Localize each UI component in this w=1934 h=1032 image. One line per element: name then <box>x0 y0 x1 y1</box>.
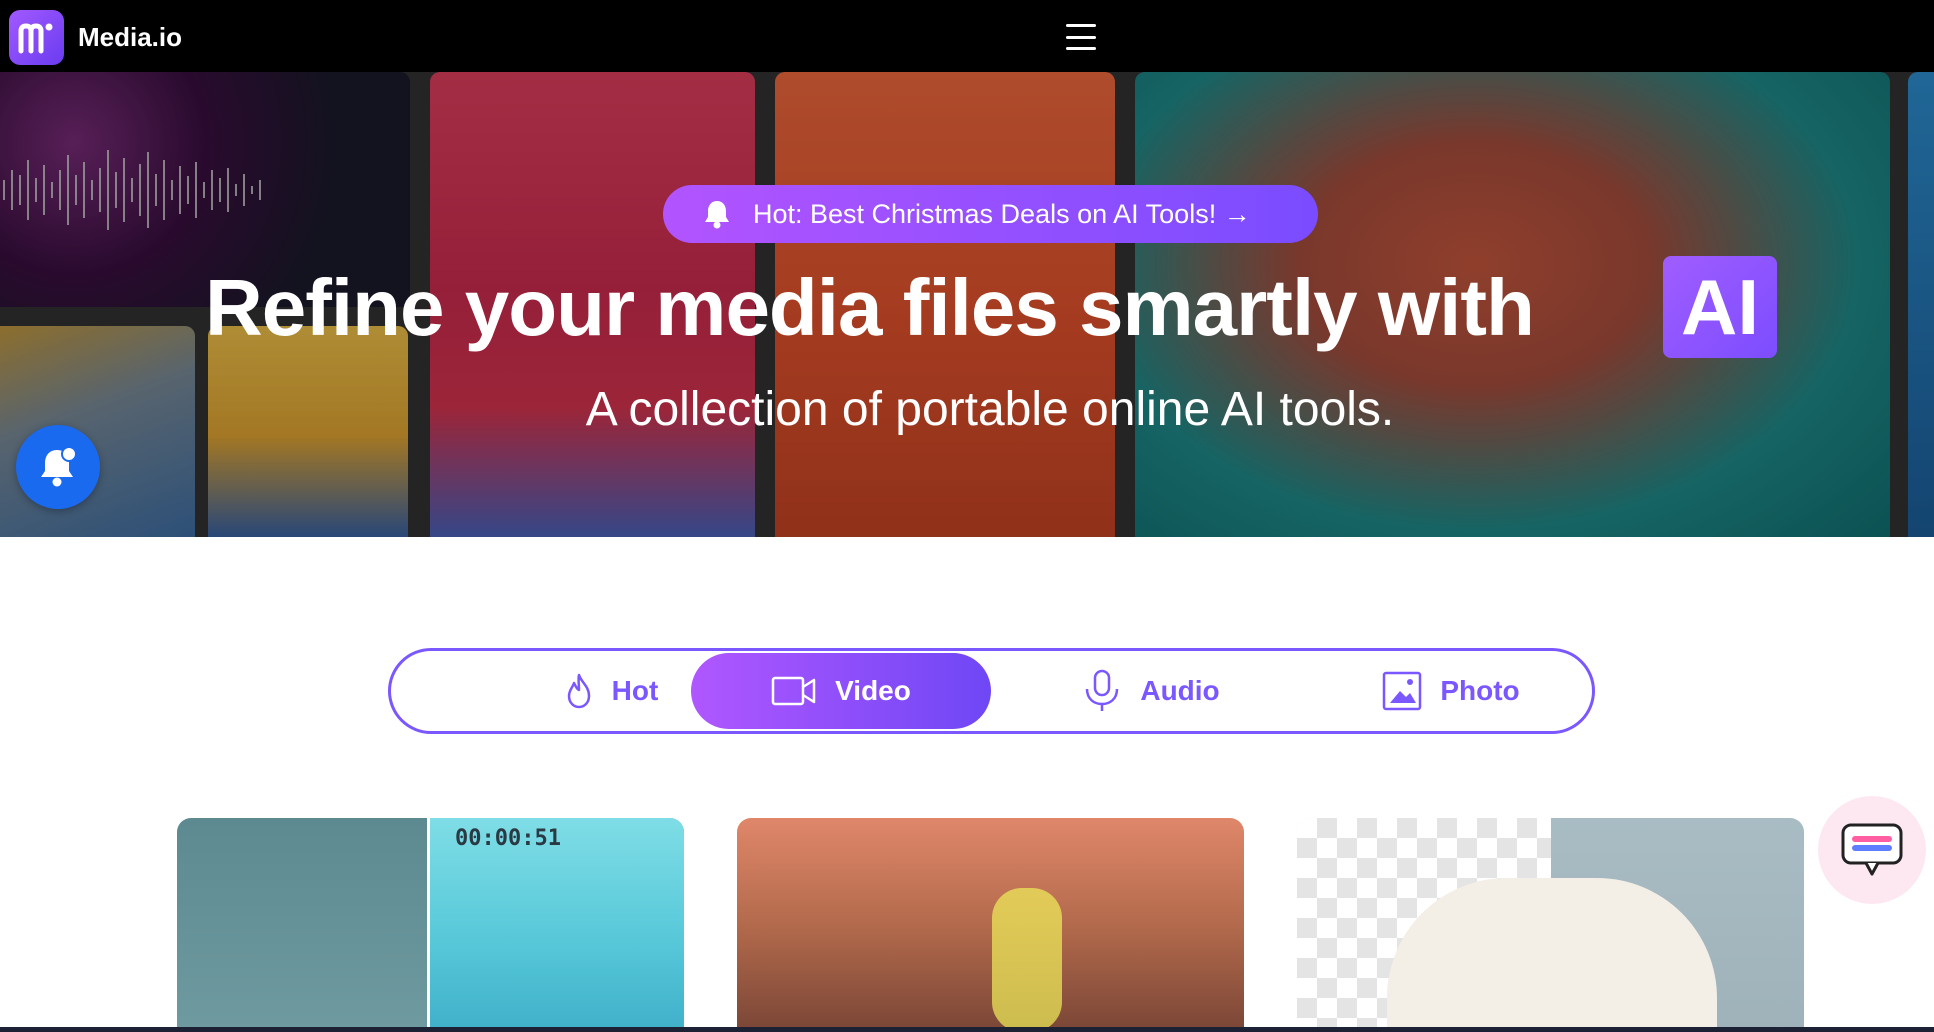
category-tabs: Hot Video Audio Photo <box>388 648 1595 734</box>
video-timecode: 00:00:51 <box>455 826 561 851</box>
tab-audio[interactable]: Audio <box>1011 651 1291 731</box>
chat-bubble-icon <box>1841 823 1903 876</box>
tool-card-video[interactable]: 00:00:51 <box>177 818 684 1032</box>
person-figure <box>1387 878 1717 1032</box>
notification-bell-button[interactable] <box>16 425 100 509</box>
bell-icon <box>705 201 729 229</box>
chat-support-button[interactable] <box>1818 796 1926 904</box>
promo-text: Hot: Best Christmas Deals on AI Tools! → <box>753 198 1251 229</box>
tab-video[interactable]: Video <box>691 653 991 729</box>
media-io-logo-icon[interactable] <box>9 10 64 65</box>
microphone-icon <box>1086 669 1119 711</box>
object-highlight <box>992 888 1062 1032</box>
bell-notification-icon <box>41 446 77 487</box>
hero-banner: Hot: Best Christmas Deals on AI Tools! →… <box>0 72 1934 537</box>
tool-card-video[interactable] <box>737 818 1244 1032</box>
video-camera-icon <box>771 676 816 706</box>
image-icon <box>1383 671 1422 711</box>
bottom-edge <box>0 1027 1934 1032</box>
headline-text: Refine your media files smartly with <box>205 263 1535 352</box>
tool-card-background-remover[interactable] <box>1297 818 1804 1032</box>
promo-banner-button[interactable]: Hot: Best Christmas Deals on AI Tools! → <box>663 185 1318 243</box>
logo-text[interactable]: Media.io <box>78 22 182 53</box>
top-navigation-bar: Media.io <box>0 0 1934 72</box>
tab-audio-label: Audio <box>1140 675 1220 706</box>
tab-photo[interactable]: Photo <box>1311 651 1591 731</box>
headline-ai-highlight: AI <box>1663 256 1777 358</box>
tab-hot-label: Hot <box>611 675 659 706</box>
hero-headline: Refine your media files smartly with <box>205 258 1535 358</box>
flame-icon <box>567 673 590 709</box>
page: Media.io Hot: Best Christmas Deals on AI… <box>0 0 1934 1032</box>
tab-video-label: Video <box>835 675 911 706</box>
hero-subtitle: A collection of portable online AI tools… <box>585 383 1395 436</box>
comparison-divider <box>427 818 430 1032</box>
hamburger-menu-icon[interactable] <box>1066 24 1096 50</box>
tab-photo-label: Photo <box>1440 675 1520 706</box>
